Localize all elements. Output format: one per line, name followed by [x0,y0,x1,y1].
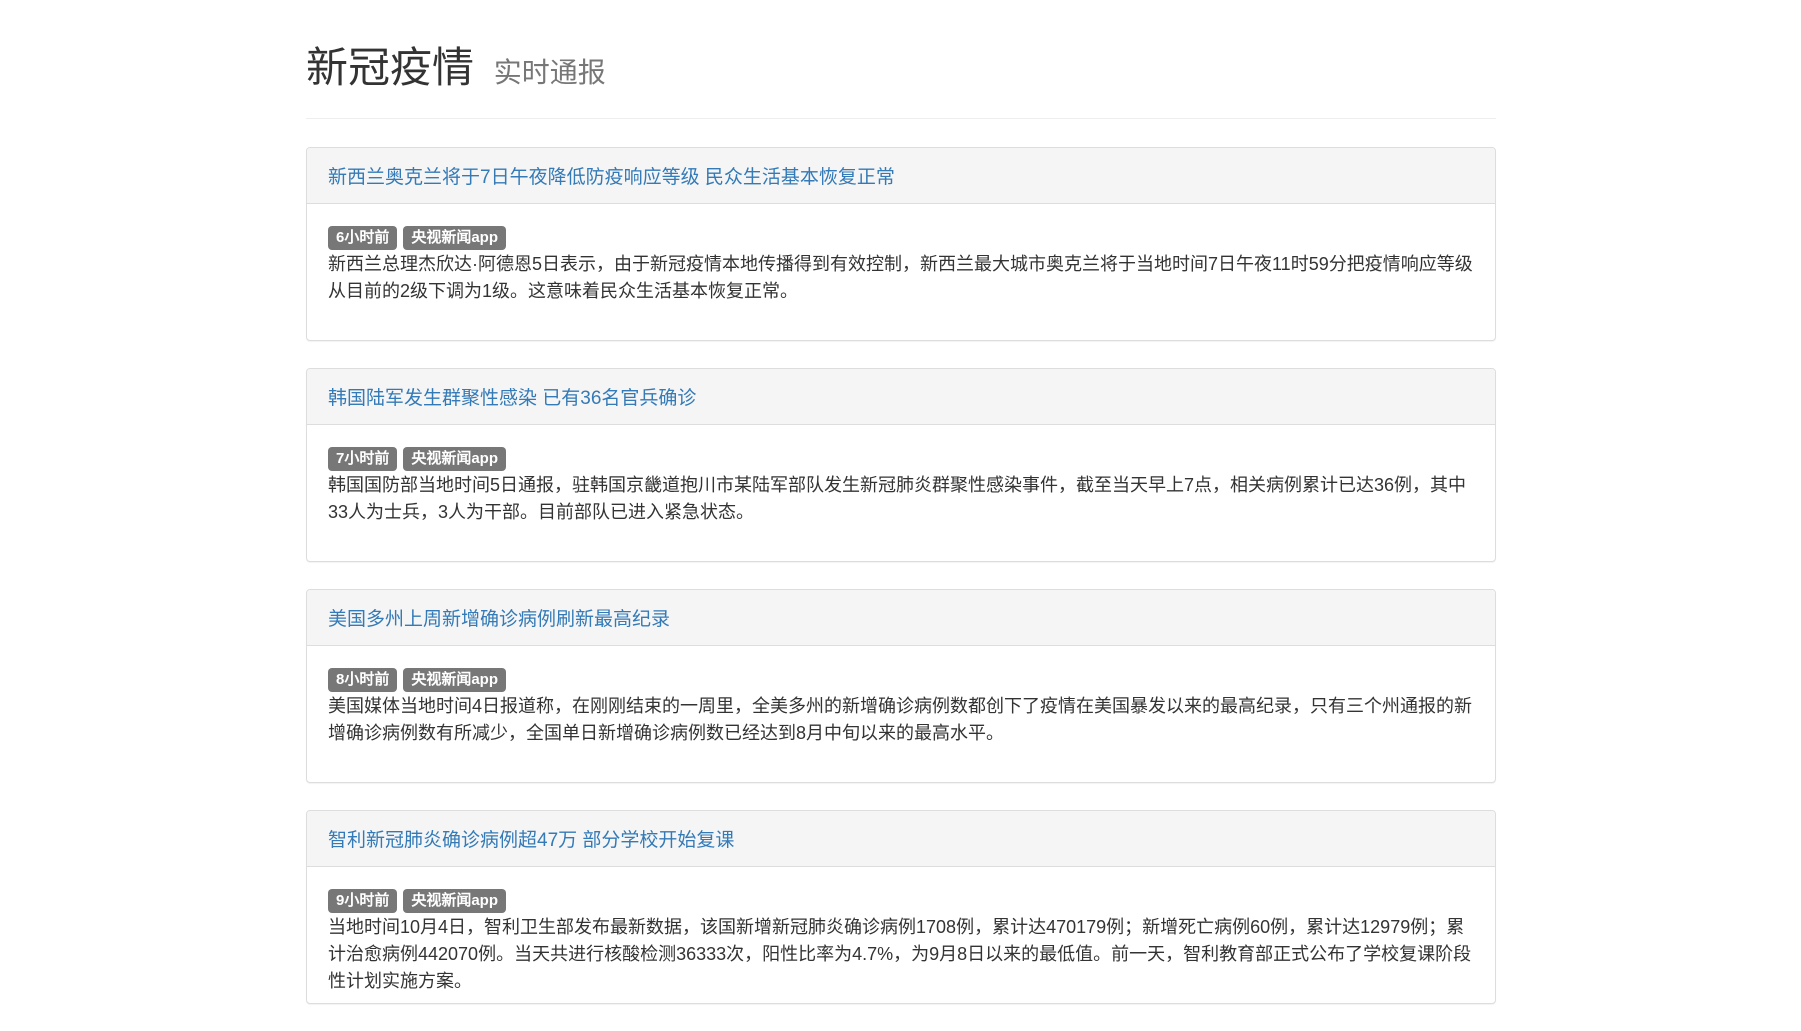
page-header: 新冠疫情 实时通报 [306,0,1496,119]
news-badges: 6小时前 央视新闻app [328,225,1474,251]
time-badge: 6小时前 [328,226,398,250]
news-title-link[interactable]: 韩国陆军发生群聚性感染 已有36名官兵确诊 [328,383,696,410]
news-summary: 美国媒体当地时间4日报道称，在刚刚结束的一周里，全美多州的新增确诊病例数都创下了… [328,696,1473,743]
news-title-link[interactable]: 智利新冠肺炎确诊病例超47万 部分学校开始复课 [328,825,734,852]
news-card: 韩国陆军发生群聚性感染 已有36名官兵确诊 7小时前 央视新闻app 韩国国防部… [306,368,1496,562]
news-summary: 新西兰总理杰欣达·阿德恩5日表示，由于新冠疫情本地传播得到有效控制，新西兰最大城… [328,254,1473,301]
news-title-link[interactable]: 美国多州上周新增确诊病例刷新最高纪录 [328,604,670,631]
news-list: 新西兰奥克兰将于7日午夜降低防疫响应等级 民众生活基本恢复正常 6小时前 央视新… [306,147,1496,1004]
news-summary: 韩国国防部当地时间5日通报，驻韩国京畿道抱川市某陆军部队发生新冠肺炎群聚性感染事… [328,475,1467,522]
news-card: 美国多州上周新增确诊病例刷新最高纪录 8小时前 央视新闻app 美国媒体当地时间… [306,589,1496,783]
news-card-body: 7小时前 央视新闻app 韩国国防部当地时间5日通报，驻韩国京畿道抱川市某陆军部… [307,425,1495,561]
page-title: 新冠疫情 实时通报 [306,40,1496,101]
source-badge: 央视新闻app [403,447,507,471]
news-card: 新西兰奥克兰将于7日午夜降低防疫响应等级 民众生活基本恢复正常 6小时前 央视新… [306,147,1496,341]
news-card: 智利新冠肺炎确诊病例超47万 部分学校开始复课 9小时前 央视新闻app 当地时… [306,810,1496,1004]
news-title-link[interactable]: 新西兰奥克兰将于7日午夜降低防疫响应等级 民众生活基本恢复正常 [328,162,895,189]
time-badge: 9小时前 [328,889,398,913]
source-badge: 央视新闻app [403,668,507,692]
news-card-heading: 韩国陆军发生群聚性感染 已有36名官兵确诊 [307,369,1495,425]
news-card-body: 6小时前 央视新闻app 新西兰总理杰欣达·阿德恩5日表示，由于新冠疫情本地传播… [307,204,1495,340]
page-title-text: 新冠疫情 [306,44,475,91]
news-badges: 9小时前 央视新闻app [328,888,1474,914]
news-card-body: 9小时前 央视新闻app 当地时间10月4日，智利卫生部发布最新数据，该国新增新… [307,867,1495,1003]
news-badges: 7小时前 央视新闻app [328,446,1474,472]
news-card-heading: 智利新冠肺炎确诊病例超47万 部分学校开始复课 [307,811,1495,867]
news-summary: 当地时间10月4日，智利卫生部发布最新数据，该国新增新冠肺炎确诊病例1708例，… [328,917,1472,991]
news-card-body: 8小时前 央视新闻app 美国媒体当地时间4日报道称，在刚刚结束的一周里，全美多… [307,646,1495,782]
source-badge: 央视新闻app [403,226,507,250]
source-badge: 央视新闻app [403,889,507,913]
news-badges: 8小时前 央视新闻app [328,667,1474,693]
time-badge: 8小时前 [328,668,398,692]
news-card-heading: 新西兰奥克兰将于7日午夜降低防疫响应等级 民众生活基本恢复正常 [307,148,1495,204]
time-badge: 7小时前 [328,447,398,471]
news-card-heading: 美国多州上周新增确诊病例刷新最高纪录 [307,590,1495,646]
main-container: 新冠疫情 实时通报 新西兰奥克兰将于7日午夜降低防疫响应等级 民众生活基本恢复正… [306,0,1496,1031]
page-subtitle: 实时通报 [493,57,606,88]
